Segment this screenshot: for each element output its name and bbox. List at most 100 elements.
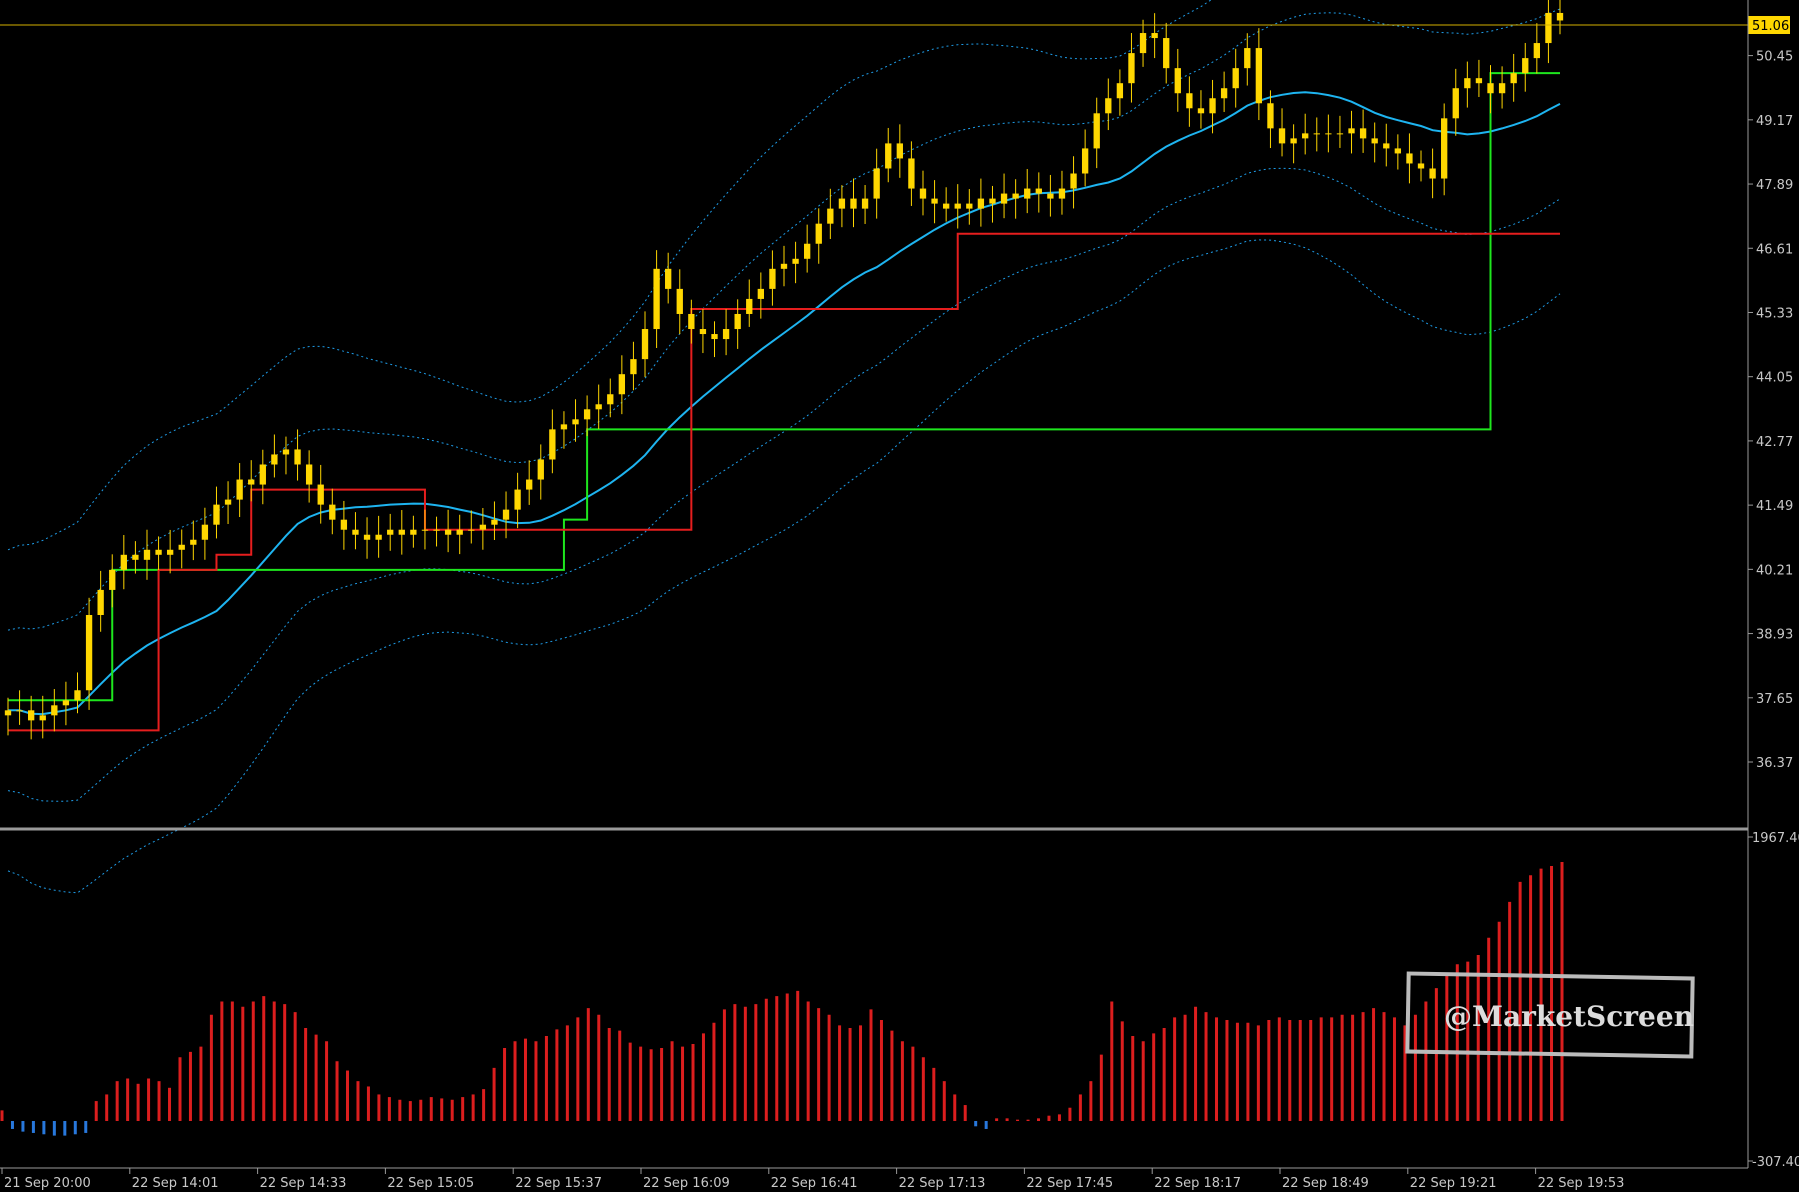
candle-body: [479, 524, 487, 530]
candle-body: [329, 504, 336, 520]
price-tick-label: 50.45: [1756, 50, 1793, 65]
candle-body: [1383, 143, 1390, 149]
candle-body: [132, 554, 139, 560]
candle-body: [190, 539, 197, 545]
candle-body: [491, 519, 498, 525]
candle-body: [51, 705, 58, 716]
candle-body: [1070, 173, 1077, 189]
candle-body: [1012, 193, 1019, 199]
candle-body: [4, 710, 12, 716]
candle-body: [155, 549, 162, 555]
price-tick-label: 41.49: [1756, 499, 1793, 514]
time-tick-label: 22 Sep 19:53: [1538, 1176, 1625, 1191]
candle-body: [827, 208, 834, 224]
time-tick-label: 22 Sep 15:05: [387, 1176, 474, 1191]
candle-body: [248, 479, 255, 485]
candle-body: [305, 464, 313, 485]
candle-body: [618, 374, 626, 395]
candle-body: [607, 394, 614, 405]
candle-body: [340, 519, 348, 530]
candle-body: [1371, 138, 1378, 144]
candle-body: [1394, 148, 1402, 154]
chart-canvas[interactable]: 51.06 50.45 49.17 47.89 46.61 45.33 44.05 42.7…: [0, 0, 1799, 1192]
time-tick-label: 22 Sep 14:01: [132, 1176, 219, 1191]
candle-body: [1290, 138, 1297, 144]
candle-body: [861, 198, 869, 209]
candle-body: [109, 569, 116, 590]
candle-body: [804, 243, 811, 259]
time-tick-label: 22 Sep 16:09: [643, 1176, 730, 1191]
candle-body: [1441, 118, 1448, 179]
candle-body: [1452, 88, 1459, 119]
candle-body: [178, 544, 185, 550]
candle-body: [282, 449, 290, 455]
candle-body: [62, 700, 70, 706]
candle-body: [1406, 153, 1413, 164]
price-tick-label: 45.33: [1756, 306, 1793, 321]
candle-body: [549, 429, 556, 460]
candle-body: [16, 710, 23, 712]
time-tick-label: 22 Sep 14:33: [260, 1176, 347, 1191]
candle-body: [1359, 128, 1367, 139]
candle-body: [1302, 133, 1309, 139]
candle-body: [1116, 83, 1124, 99]
time-tick-label: 22 Sep 17:13: [899, 1176, 986, 1191]
time-tick-label: 22 Sep 17:45: [1026, 1176, 1113, 1191]
candle-body: [1197, 108, 1205, 114]
candle-body: [908, 158, 915, 189]
candle-body: [966, 203, 973, 209]
current-price-value: 51.06: [1752, 19, 1789, 34]
candle-body: [502, 509, 510, 520]
price-tick-label: 40.21: [1756, 563, 1793, 578]
candle-body: [560, 424, 568, 430]
candle-body: [942, 203, 950, 209]
candle-body: [1533, 43, 1540, 59]
candle-body: [271, 454, 278, 465]
candle-body: [444, 529, 452, 535]
candle-body: [1267, 103, 1274, 129]
candle-body: [1128, 53, 1135, 84]
candle-body: [74, 690, 81, 701]
candle-body: [688, 313, 695, 330]
candle-body: [1336, 133, 1344, 135]
time-tick-label: 22 Sep 18:49: [1282, 1176, 1369, 1191]
candle-body: [1429, 168, 1436, 179]
candle-body: [919, 188, 927, 199]
candle-body: [746, 298, 753, 314]
candle-body: [1244, 48, 1251, 69]
candle-body: [653, 268, 660, 330]
candle-body: [39, 715, 46, 721]
candle-body: [734, 313, 741, 330]
candle-body: [120, 554, 127, 570]
candle-body: [352, 529, 359, 535]
candle-body: [1475, 78, 1483, 84]
candle-body: [977, 198, 985, 209]
price-tick-label: 46.61: [1756, 242, 1793, 257]
candle-body: [387, 529, 394, 535]
candle-body: [572, 419, 579, 425]
candle-body: [873, 168, 880, 199]
candle-body: [1313, 133, 1320, 135]
candle-body: [1093, 113, 1100, 149]
candle-body: [1255, 48, 1263, 104]
candle-body: [1139, 33, 1147, 54]
price-tick-label: 38.93: [1756, 628, 1793, 643]
time-tick-label: 22 Sep 18:17: [1154, 1176, 1241, 1191]
candle-body: [317, 484, 324, 505]
candle-body: [1522, 58, 1529, 74]
candle-body: [757, 288, 764, 299]
candle-body: [526, 479, 533, 490]
candle-body: [792, 258, 799, 264]
candle-body: [989, 198, 996, 204]
candle-body: [166, 549, 174, 555]
candle-body: [1232, 68, 1239, 89]
candle-body: [398, 529, 405, 535]
oscillator-tick-label: 1967.40: [1752, 831, 1799, 846]
candle-body: [630, 359, 637, 375]
price-tick-label: 44.05: [1756, 371, 1793, 386]
candle-body: [421, 529, 429, 531]
candle-body: [85, 615, 93, 691]
candle-body: [1545, 12, 1552, 44]
candle-body: [896, 143, 903, 159]
candle-body: [722, 329, 730, 340]
